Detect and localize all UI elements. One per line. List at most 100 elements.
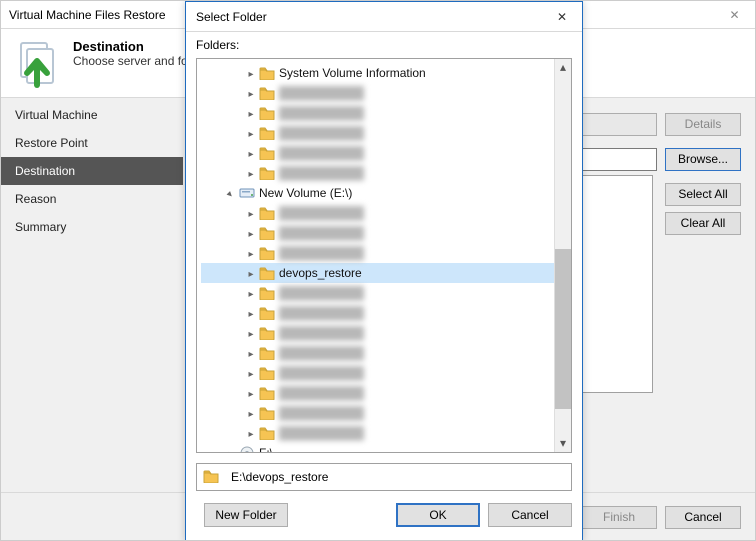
tree-label: ██████████	[279, 346, 364, 360]
tree-label: ██████████	[279, 146, 364, 160]
dialog-close-icon[interactable]: ✕	[542, 2, 582, 32]
folder-icon	[259, 266, 275, 280]
selected-path-field[interactable]: E:\devops_restore	[196, 463, 572, 491]
new-folder-button[interactable]: New Folder	[204, 503, 288, 527]
chevron-right-icon[interactable]	[243, 405, 259, 421]
tree-row[interactable]: New Volume (E:\)	[201, 183, 571, 203]
folder-icon	[259, 366, 275, 380]
chevron-right-icon[interactable]	[243, 205, 259, 221]
chevron-right-icon[interactable]	[243, 145, 259, 161]
chevron-right-icon[interactable]	[243, 85, 259, 101]
chevron-right-icon[interactable]	[243, 425, 259, 441]
tree-row[interactable]: ██████████	[201, 203, 571, 223]
tree-row[interactable]: System Volume Information	[201, 63, 571, 83]
folder-icon	[259, 406, 275, 420]
scroll-up-icon[interactable]: ▴	[555, 59, 571, 76]
chevron-right-icon[interactable]	[223, 445, 239, 453]
clear-all-button[interactable]: Clear All	[665, 212, 741, 235]
cancel-button[interactable]: Cancel	[665, 506, 741, 529]
folder-icon	[259, 346, 275, 360]
sidebar-item[interactable]: Virtual Machine	[1, 101, 183, 129]
restore-icon	[15, 39, 65, 89]
sidebar-item[interactable]: Destination	[1, 157, 183, 185]
folder-icon	[259, 386, 275, 400]
chevron-right-icon[interactable]	[243, 165, 259, 181]
tree-label: ██████████	[279, 306, 364, 320]
chevron-right-icon[interactable]	[243, 65, 259, 81]
tree-scrollbar[interactable]: ▴ ▾	[554, 59, 571, 452]
tree-row[interactable]: ██████████	[201, 343, 571, 363]
sidebar-item[interactable]: Summary	[1, 213, 183, 241]
chevron-right-icon[interactable]	[243, 365, 259, 381]
dialog-cancel-button[interactable]: Cancel	[488, 503, 572, 527]
chevron-right-icon[interactable]	[243, 385, 259, 401]
chevron-right-icon[interactable]	[243, 285, 259, 301]
folder-icon	[259, 246, 275, 260]
tree-row[interactable]: devops_restore	[201, 263, 571, 283]
chevron-right-icon[interactable]	[243, 225, 259, 241]
chevron-right-icon[interactable]	[243, 325, 259, 341]
tree-row[interactable]: ██████████	[201, 303, 571, 323]
folder-icon	[259, 286, 275, 300]
tree-label: ██████████	[279, 286, 364, 300]
folder-icon	[203, 469, 221, 485]
selected-path-text: E:\devops_restore	[231, 470, 328, 484]
folder-icon	[259, 306, 275, 320]
tree-label: ██████████	[279, 246, 364, 260]
ok-button[interactable]: OK	[396, 503, 480, 527]
tree-label: ██████████	[279, 106, 364, 120]
chevron-right-icon[interactable]	[243, 245, 259, 261]
wizard-close-icon[interactable]: ✕	[712, 1, 756, 29]
tree-row[interactable]: ██████████	[201, 243, 571, 263]
folder-icon	[259, 166, 275, 180]
chevron-right-icon[interactable]	[243, 105, 259, 121]
tree-row[interactable]: ██████████	[201, 423, 571, 443]
chevron-right-icon[interactable]	[243, 345, 259, 361]
chevron-right-icon[interactable]	[243, 265, 259, 281]
folders-label: Folders:	[186, 32, 582, 54]
folder-icon	[259, 66, 275, 80]
tree-label: ██████████	[279, 126, 364, 140]
tree-label: ██████████	[279, 366, 364, 380]
sidebar-item[interactable]: Reason	[1, 185, 183, 213]
sidebar-item[interactable]: Restore Point	[1, 129, 183, 157]
tree-label: ██████████	[279, 86, 364, 100]
tree-row[interactable]: ██████████	[201, 83, 571, 103]
tree-row[interactable]: ██████████	[201, 123, 571, 143]
chevron-down-icon[interactable]	[223, 185, 239, 201]
wizard-sidebar: Virtual MachineRestore PointDestinationR…	[1, 101, 183, 492]
details-button: Details	[665, 113, 741, 136]
scroll-down-icon[interactable]: ▾	[555, 435, 571, 452]
folder-icon	[259, 146, 275, 160]
scroll-thumb[interactable]	[555, 249, 571, 409]
cd-drive-icon	[239, 446, 255, 453]
tree-row[interactable]: ██████████	[201, 103, 571, 123]
tree-label: devops_restore	[279, 266, 362, 280]
finish-button: Finish	[581, 506, 657, 529]
folder-icon	[259, 326, 275, 340]
folder-tree[interactable]: System Volume Information ██████████ █████…	[196, 58, 572, 453]
select-all-button[interactable]: Select All	[665, 183, 741, 206]
tree-label: System Volume Information	[279, 66, 426, 80]
tree-row[interactable]: ██████████	[201, 143, 571, 163]
folder-icon	[259, 226, 275, 240]
select-folder-dialog: Select Folder ✕ Folders: System Volume I…	[185, 1, 583, 541]
tree-row[interactable]: ██████████	[201, 283, 571, 303]
tree-row[interactable]: ██████████	[201, 363, 571, 383]
chevron-right-icon[interactable]	[243, 125, 259, 141]
tree-label: ██████████	[279, 226, 364, 240]
tree-row[interactable]: F:\	[201, 443, 571, 453]
tree-label: ██████████	[279, 326, 364, 340]
folder-icon	[259, 126, 275, 140]
tree-row[interactable]: ██████████	[201, 323, 571, 343]
drive-icon	[239, 186, 255, 200]
folder-icon	[259, 206, 275, 220]
tree-row[interactable]: ██████████	[201, 163, 571, 183]
tree-row[interactable]: ██████████	[201, 383, 571, 403]
tree-label: New Volume (E:\)	[259, 186, 352, 200]
tree-label: ██████████	[279, 406, 364, 420]
chevron-right-icon[interactable]	[243, 305, 259, 321]
browse-button[interactable]: Browse...	[665, 148, 741, 171]
tree-row[interactable]: ██████████	[201, 403, 571, 423]
tree-row[interactable]: ██████████	[201, 223, 571, 243]
